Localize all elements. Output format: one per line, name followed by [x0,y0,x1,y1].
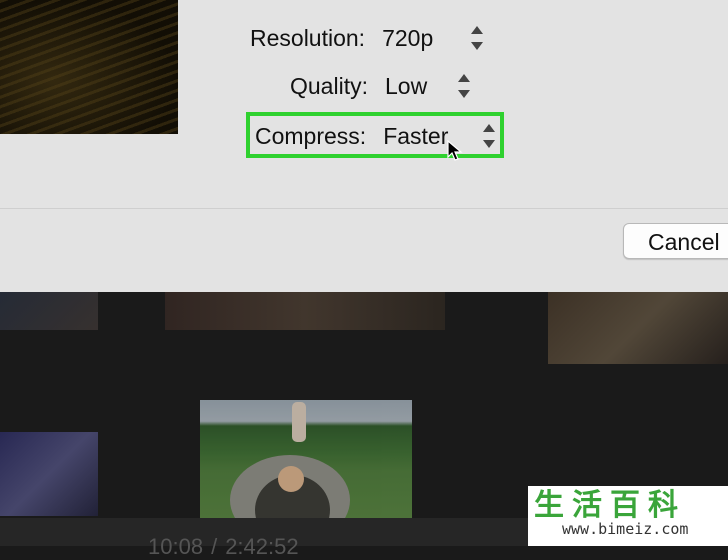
library-thumbnail[interactable] [548,292,728,364]
dialog-divider [0,208,728,209]
resolution-select[interactable]: 720p [382,25,433,52]
mouse-cursor-icon [447,140,463,161]
time-separator: / [211,534,218,559]
library-thumbnail[interactable] [165,292,445,330]
watermark-url: www.bimeiz.com [562,520,689,538]
watermark-title: 生活百科 [534,489,686,522]
resolution-row: Resolution: 720p [250,18,433,58]
thumbnail-content [278,466,304,492]
library-thumbnail[interactable] [0,432,98,516]
thumbnail-content [292,402,306,442]
resolution-stepper-icon[interactable] [471,25,483,51]
watermark: 生活百科 www.bimeiz.com [528,486,728,546]
quality-row: Quality: Low [290,66,427,106]
video-preview [0,0,178,134]
quality-stepper-icon[interactable] [458,73,470,99]
quality-select[interactable]: Low [385,73,427,100]
current-time: 10:08 [148,534,204,559]
export-dialog: Resolution: 720p Quality: Low Compress: … [0,0,728,292]
compress-highlight-box [246,112,504,158]
library-thumbnail[interactable] [0,292,98,330]
library-thumbnail-selected[interactable] [200,400,412,518]
quality-label: Quality: [290,72,368,99]
resolution-label: Resolution: [250,24,366,51]
timecode: 10:08 / 2:42:52 [148,534,299,560]
cancel-button[interactable]: Cancel [623,223,728,259]
total-time: 2:42:52 [225,534,299,559]
